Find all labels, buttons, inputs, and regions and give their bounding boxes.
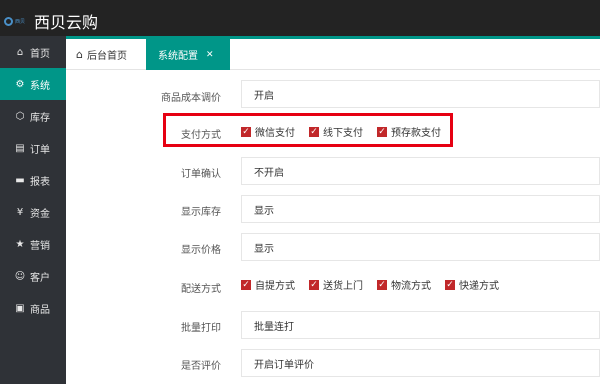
gear-icon: ⚙ <box>15 78 25 90</box>
show-price-field[interactable]: 显示 <box>241 233 600 261</box>
payment-options: ✓ 微信支付 ✓ 线下支付 ✓ 预存款支付 <box>241 124 455 139</box>
top-bar: 西贝 西贝云购 <box>0 0 600 36</box>
delivery-door-checkbox[interactable]: ✓ 送货上门 <box>309 277 363 292</box>
sidebar-item-label: 系统 <box>30 80 50 92</box>
goods-icon: ▣ <box>15 302 25 314</box>
cost-price-field[interactable]: 开启 <box>241 80 600 108</box>
review-field[interactable]: 开启订单评价 <box>241 349 600 377</box>
sidebar: ⌂ 首页 ⚙ 系统 ⬡ 库存 ▤ 订单 ▬ 报表 ¥ 资金 ★ 营销 ☺ 客户 … <box>0 36 66 384</box>
sidebar-item-marketing[interactable]: ★ 营销 <box>0 228 66 260</box>
delivery-options: ✓ 自提方式 ✓ 送货上门 ✓ 物流方式 ✓ 快递方式 <box>241 277 513 292</box>
payment-wechat-checkbox[interactable]: ✓ 微信支付 <box>241 124 295 139</box>
box-icon: ⬡ <box>15 110 25 122</box>
sidebar-item-customers[interactable]: ☺ 客户 <box>0 260 66 292</box>
show-price-label: 显示价格 <box>181 245 221 256</box>
batch-print-label: 批量打印 <box>181 323 221 334</box>
sidebar-item-reports[interactable]: ▬ 报表 <box>0 164 66 196</box>
chart-icon: ▬ <box>15 174 25 186</box>
sidebar-item-orders[interactable]: ▤ 订单 <box>0 132 66 164</box>
document-icon: ▤ <box>15 142 25 154</box>
check-icon: ✓ <box>241 126 251 137</box>
settings-form: 商品成本调价 开启 支付方式 ✓ 微信支付 ✓ 线下支付 ✓ 预存款支付 订单确… <box>66 70 600 384</box>
sidebar-item-funds[interactable]: ¥ 资金 <box>0 196 66 228</box>
delivery-label: 配送方式 <box>181 284 221 295</box>
sidebar-item-label: 库存 <box>30 112 50 124</box>
check-icon: ✓ <box>309 126 319 137</box>
home-icon: ⌂ <box>16 46 24 58</box>
delivery-pickup-checkbox[interactable]: ✓ 自提方式 <box>241 277 295 292</box>
delivery-express-checkbox[interactable]: ✓ 快递方式 <box>445 277 499 292</box>
star-icon: ★ <box>15 238 25 250</box>
delivery-logistics-checkbox[interactable]: ✓ 物流方式 <box>377 277 431 292</box>
sidebar-item-goods[interactable]: ▣ 商品 <box>0 292 66 324</box>
batch-print-field[interactable]: 批量连打 <box>241 311 600 339</box>
tab-label: 系统配置 <box>158 51 198 62</box>
tab-home[interactable]: ⌂ 后台首页 <box>76 39 127 70</box>
check-icon: ✓ <box>445 279 455 290</box>
sidebar-item-label: 营销 <box>30 240 50 252</box>
home-icon: ⌂ <box>76 48 83 61</box>
payment-deposit-checkbox[interactable]: ✓ 预存款支付 <box>377 124 441 139</box>
check-icon: ✓ <box>241 279 251 290</box>
check-icon: ✓ <box>377 126 387 137</box>
sidebar-item-label: 报表 <box>30 176 50 188</box>
order-confirm-field[interactable]: 不开启 <box>241 157 600 185</box>
app-title: 西贝云购 <box>34 13 99 32</box>
tab-label: 后台首页 <box>86 51 127 62</box>
sidebar-item-label: 首页 <box>30 48 50 60</box>
tab-bar: ⌂ 后台首页 系统配置 ✕ <box>66 36 600 70</box>
sidebar-item-label: 订单 <box>30 144 50 156</box>
yen-icon: ¥ <box>16 206 24 218</box>
check-icon: ✓ <box>377 279 387 290</box>
sidebar-item-label: 商品 <box>30 304 50 316</box>
tab-system-config[interactable]: 系统配置 ✕ <box>146 39 230 70</box>
show-stock-field[interactable]: 显示 <box>241 195 600 223</box>
payment-offline-checkbox[interactable]: ✓ 线下支付 <box>309 124 363 139</box>
sidebar-item-label: 客户 <box>30 272 50 284</box>
payment-label: 支付方式 <box>181 130 221 141</box>
cost-price-label: 商品成本调价 <box>161 93 221 104</box>
sidebar-item-system[interactable]: ⚙ 系统 <box>0 68 66 100</box>
sidebar-item-home[interactable]: ⌂ 首页 <box>0 36 66 68</box>
sidebar-item-label: 资金 <box>30 208 50 220</box>
user-icon: ☺ <box>14 270 26 282</box>
show-stock-label: 显示库存 <box>181 207 221 218</box>
logo: 西贝 西贝云购 <box>4 9 98 33</box>
order-confirm-label: 订单确认 <box>181 169 221 180</box>
review-label: 是否评价 <box>181 361 221 372</box>
logo-icon: 西贝 <box>4 13 26 29</box>
close-icon[interactable]: ✕ <box>206 50 214 60</box>
check-icon: ✓ <box>309 279 319 290</box>
sidebar-item-stock[interactable]: ⬡ 库存 <box>0 100 66 132</box>
